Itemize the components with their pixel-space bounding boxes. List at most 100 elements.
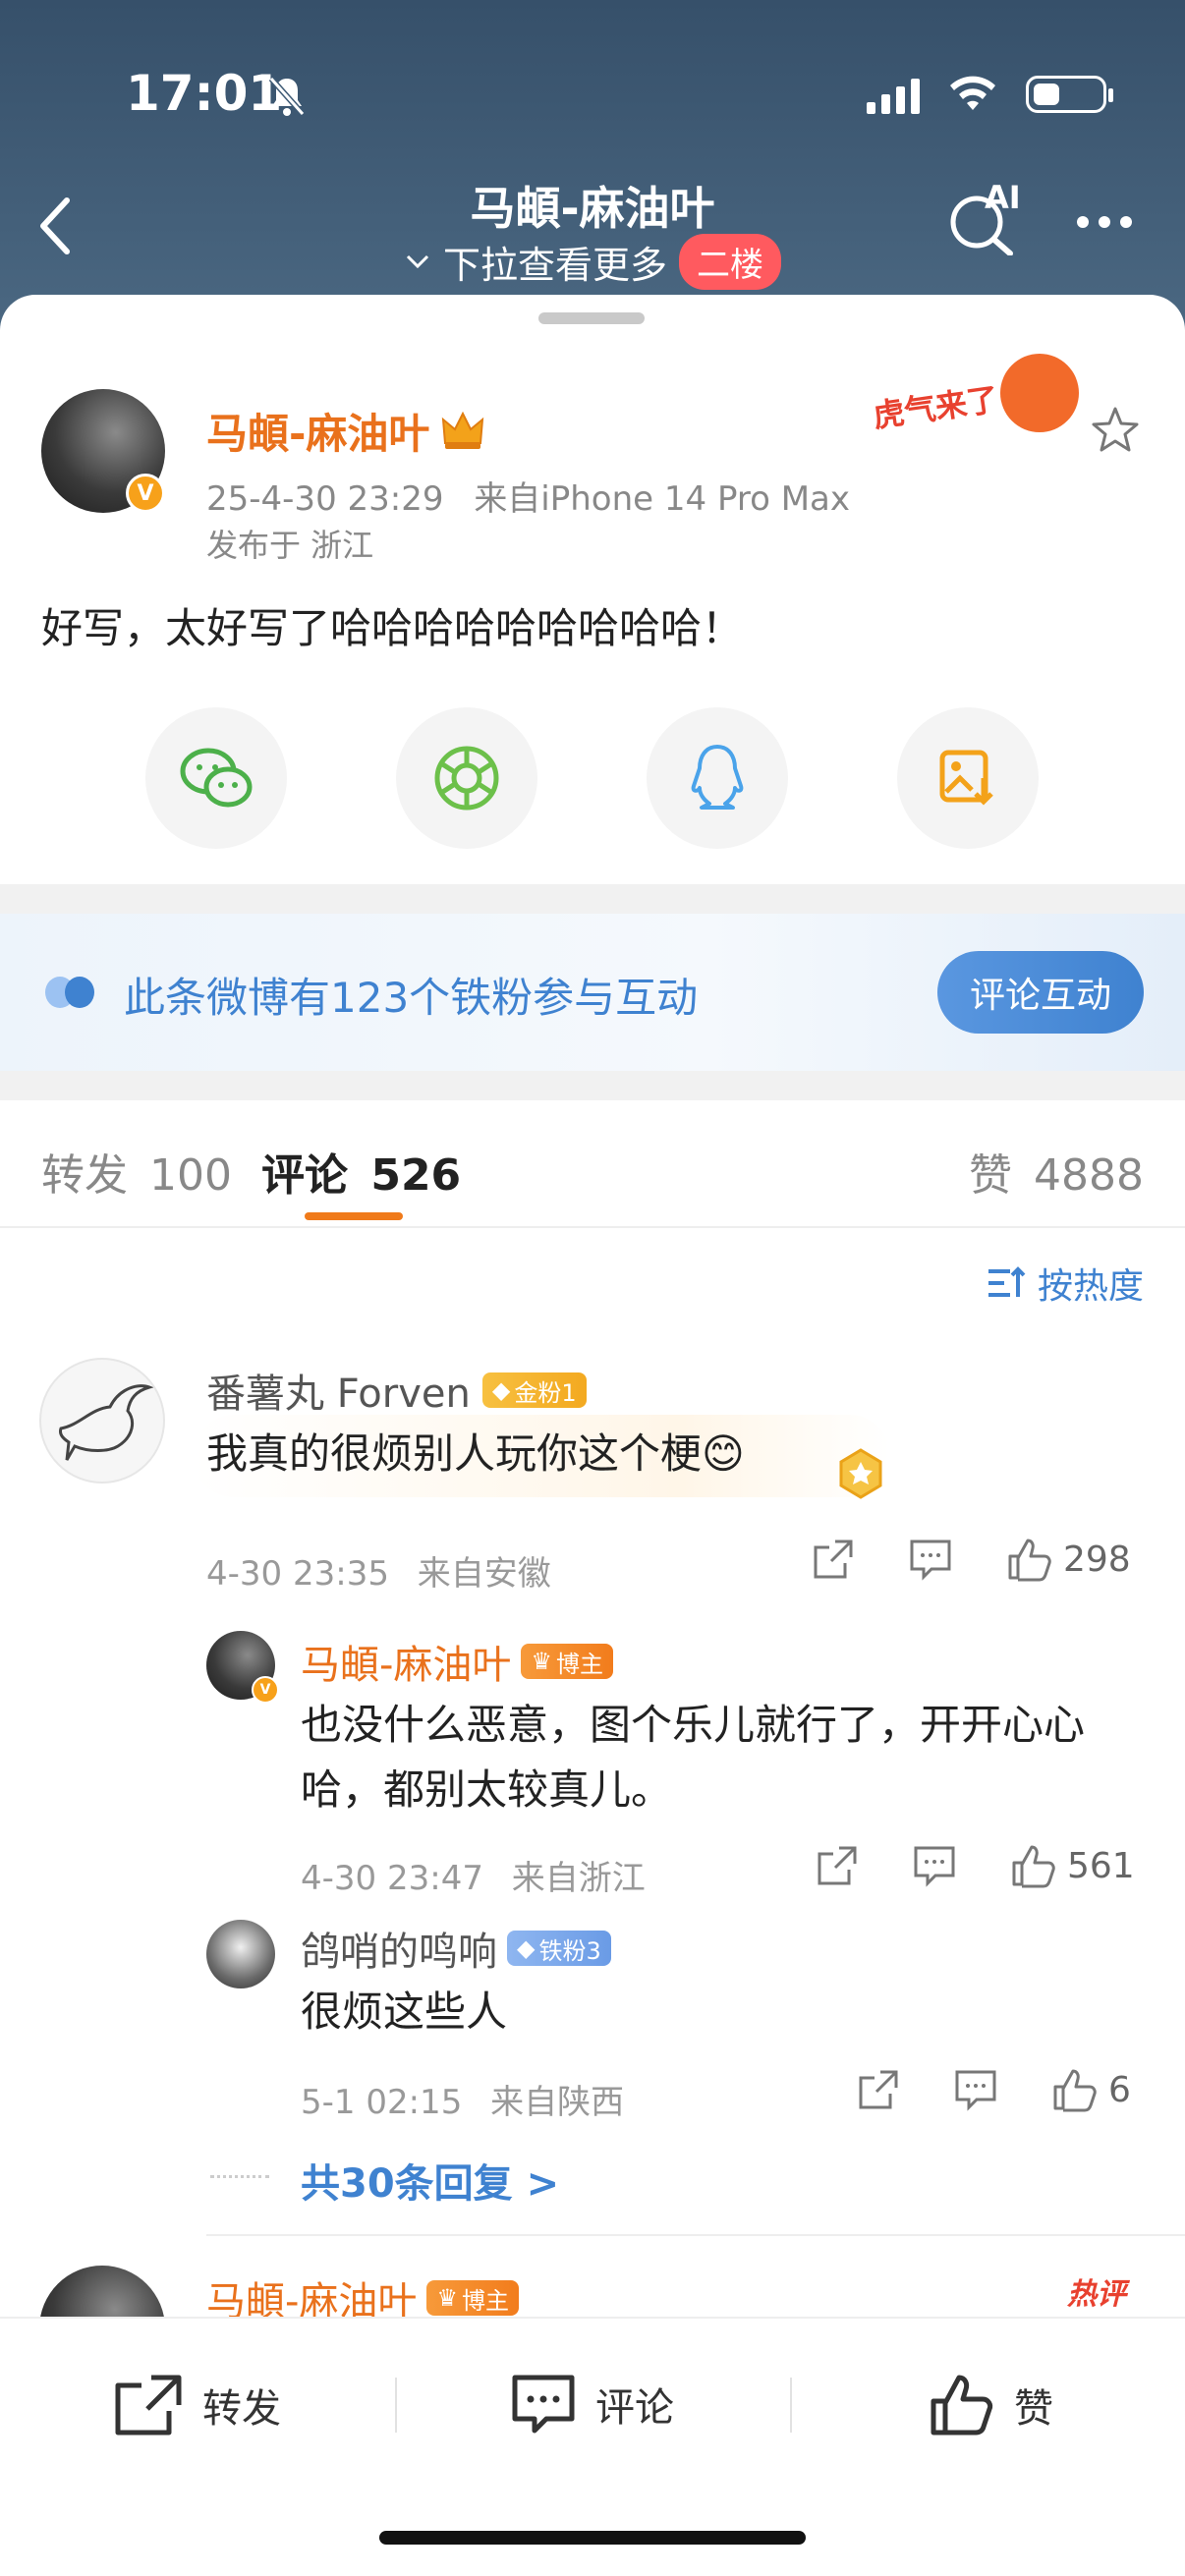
like-label: 赞 (1014, 2386, 1053, 2432)
like-button[interactable]: 6 (1051, 2067, 1131, 2112)
tab-likes-label: 赞 (969, 1150, 1013, 1201)
post-text: 好写，太好写了哈哈哈哈哈哈哈哈哈！ (41, 604, 744, 652)
comment-actions: 298 (812, 1537, 1131, 1582)
reply-source: 来自陕西 (490, 2083, 625, 2122)
reply-actions: 561 (816, 1843, 1135, 1888)
sort-toggle[interactable]: 按热度 (987, 1258, 1144, 1309)
like-count: 561 (1067, 1845, 1135, 1886)
comment-source: 来自安徽 (417, 1554, 551, 1594)
more-button[interactable] (1077, 216, 1132, 228)
thumbs-up-icon (931, 2375, 993, 2436)
comment-interact-button[interactable]: 评论互动 (937, 951, 1144, 1034)
repost-button[interactable]: 转发 (114, 2374, 281, 2436)
tab-comments[interactable]: 评论 526 (261, 1140, 461, 1203)
tab-comments-count: 526 (370, 1150, 462, 1201)
post-location: 发布于 浙江 (206, 527, 374, 564)
tab-repost-label: 转发 (41, 1150, 128, 1201)
save-image-icon (939, 750, 993, 806)
chevron-down-icon (406, 254, 429, 268)
reply-author-name[interactable]: 鸽哨的鸣响 (301, 1920, 497, 1977)
status-time: 17:01 (126, 65, 283, 122)
comment-header: 番薯丸 Forven ◆ 金粉1 (206, 1362, 587, 1419)
reply-icon[interactable] (912, 1844, 957, 1887)
bar-divider (395, 2378, 397, 2433)
comment-meta: 4-30 23:35 来自安徽 (206, 1546, 551, 1595)
thumbs-up-icon (1053, 2069, 1097, 2112)
post-source: 来自iPhone 14 Pro Max (474, 479, 850, 519)
dove-icon (59, 1384, 154, 1461)
more-dot-icon (1077, 216, 1089, 228)
reply-meta: 4-30 23:47 来自浙江 (301, 1851, 646, 1899)
reply-time: 4-30 23:47 (301, 1859, 483, 1898)
iron-fan-banner: 此条微博有123个铁粉参与互动 评论互动 (0, 914, 1185, 1071)
ai-search-button[interactable]: AI (947, 179, 1021, 256)
tab-likes[interactable]: 赞 4888 (969, 1140, 1144, 1203)
battery-icon (1026, 76, 1113, 113)
crown-icon: ♛ (436, 2284, 458, 2312)
moments-icon (434, 746, 499, 811)
reply-icon[interactable] (908, 1538, 953, 1581)
share-icon[interactable] (812, 1538, 855, 1581)
reply-icon[interactable] (953, 2068, 998, 2111)
like-count: 6 (1108, 2069, 1131, 2110)
like-button[interactable]: 561 (1010, 1843, 1135, 1888)
share-icon[interactable] (816, 1844, 859, 1887)
wifi-icon (950, 76, 995, 110)
section-divider (0, 884, 1185, 914)
tab-active-indicator (305, 1212, 403, 1220)
section-divider (0, 1071, 1185, 1100)
comment-label: 评论 (595, 2385, 674, 2431)
reply-text-line-2: 哈，都别太较真儿。 (301, 1765, 673, 1814)
crown-icon: ♛ (531, 1648, 552, 1675)
sticker-decoration: 虎气来了 (871, 354, 1089, 452)
crown-icon (442, 411, 484, 449)
tab-comments-label: 评论 (261, 1150, 348, 1201)
post-timestamp: 25-4-30 23:29 (206, 479, 444, 519)
comment-avatar[interactable] (39, 1358, 165, 1484)
diamond-icon: ◆ (517, 1934, 536, 1962)
reply-author-name[interactable]: 马頔-麻油叶 (301, 1633, 511, 1690)
sticker-text: 虎气来了 (871, 380, 1001, 435)
pull-down-label: 下拉查看更多 (442, 244, 667, 287)
like-button[interactable]: 赞 (930, 2374, 1053, 2436)
post-author-name[interactable]: 马頔-麻油叶 (206, 401, 429, 461)
comment-button[interactable]: 评论 (511, 2374, 674, 2435)
comment-time: 4-30 23:35 (206, 1554, 389, 1594)
post-meta: 25-4-30 23:29 来自iPhone 14 Pro Max (206, 472, 850, 520)
blogger-badge-label: 博主 (555, 1650, 603, 1678)
share-qq-button[interactable] (647, 707, 788, 849)
tab-likes-count: 4888 (1034, 1150, 1144, 1201)
bottom-action-bar: 转发 评论 赞 (0, 2317, 1185, 2576)
comment-icon (512, 2375, 575, 2434)
repost-icon (115, 2375, 182, 2436)
wechat-icon (180, 748, 253, 808)
verified-badge-icon: V (252, 1676, 279, 1704)
drag-handle[interactable] (538, 312, 645, 324)
tab-repost[interactable]: 转发 100 (41, 1140, 232, 1203)
fan-badge-label: 铁粉3 (538, 1936, 601, 1965)
reply-text: 很烦这些人 (301, 1988, 508, 2036)
diamond-icon: ◆ (491, 1376, 511, 1404)
fan-icon (45, 977, 94, 1008)
fan-badge: ◆ 铁粉3 (507, 1931, 611, 1966)
comment-text: 我真的很烦别人玩你这个梗😊 (206, 1429, 745, 1478)
banner-text: 此条微博有123个铁粉参与互动 (124, 974, 699, 1022)
more-replies-link[interactable]: 共30条回复 > (301, 2152, 559, 2209)
like-button[interactable]: 298 (1006, 1537, 1131, 1582)
save-image-button[interactable] (897, 707, 1039, 849)
bar-divider (790, 2378, 792, 2433)
hot-comment-tag: 热评 (1067, 2277, 1126, 2312)
more-dot-icon (1099, 216, 1110, 228)
share-wechat-button[interactable] (145, 707, 287, 849)
share-moments-button[interactable] (396, 707, 537, 849)
reply-avatar[interactable] (206, 1920, 275, 1988)
share-icon[interactable] (857, 2068, 900, 2111)
interaction-tabs: 转发 100 评论 526 赞 4888 (0, 1100, 1185, 1228)
star-icon[interactable] (1091, 405, 1140, 454)
comment-author-name[interactable]: 番薯丸 Forven (206, 1362, 471, 1419)
reply-actions: 6 (857, 2067, 1131, 2112)
tab-repost-count: 100 (149, 1150, 232, 1201)
dotted-divider (210, 2175, 269, 2178)
status-indicators (867, 65, 1113, 124)
reply-header: 马頔-麻油叶 ♛ 博主 (301, 1633, 613, 1690)
